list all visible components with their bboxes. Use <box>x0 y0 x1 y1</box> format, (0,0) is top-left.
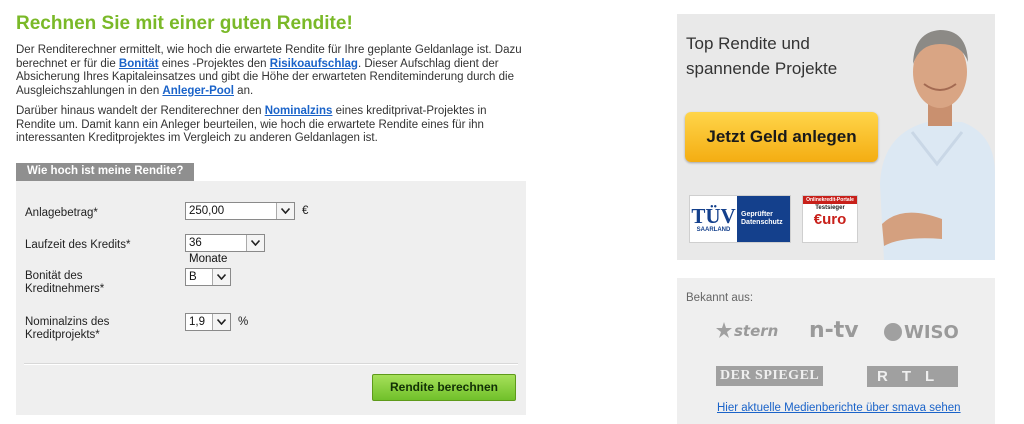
laufzeit-label: Laufzeit des Kredits* <box>25 238 131 251</box>
tuev-text-line: Datenschutz <box>741 219 783 226</box>
page-title: Rechnen Sie mit einer guten Rendite! <box>16 13 353 34</box>
nominalzins-link[interactable]: Nominalzins <box>265 105 333 117</box>
nominalzins-label: Nominalzins des Kreditprojekts* <box>25 315 110 341</box>
anlagebetrag-value: 250,00 <box>189 204 225 217</box>
euro-header: Onlinekredit-Portale <box>803 196 857 204</box>
main-content: Rechnen Sie mit einer guten Rendite! Der… <box>16 12 526 415</box>
bonitaet-value: B <box>189 270 197 283</box>
chevron-down-icon[interactable] <box>246 234 264 251</box>
ad-title-line: Top Rendite und <box>686 34 810 53</box>
intro-paragraph-2: Darüber hinaus wandelt der Renditerechne… <box>16 105 526 146</box>
anlagebetrag-select[interactable]: 250,00 <box>185 201 295 220</box>
laufzeit-select[interactable]: 36 Monate <box>185 233 265 265</box>
anlagebetrag-control: 250,00 € <box>185 201 309 220</box>
intro-text: an. <box>233 84 254 97</box>
ntv-logo: n-tv <box>809 318 859 343</box>
wiso-logo: WISO <box>884 322 959 343</box>
nominalzins-control: 1,9 % <box>185 312 249 331</box>
tuev-text: Geprüfter Datenschutz <box>737 196 790 242</box>
zdf-eye-icon <box>884 323 902 341</box>
intro-paragraph-1: Der Renditerechner ermittelt, wie hoch d… <box>16 44 526 98</box>
tuev-sub: SAARLAND <box>696 226 731 233</box>
ad-title-line: spannende Projekte <box>686 59 838 78</box>
stern-logo: stern <box>716 322 778 340</box>
jetzt-geld-anlegen-button[interactable]: Jetzt Geld anlegen <box>685 112 878 162</box>
anleger-pool-link[interactable]: Anleger-Pool <box>162 85 234 97</box>
calculator-tab: Wie hoch ist meine Rendite? <box>16 162 195 181</box>
nominalzins-select[interactable]: 1,9 <box>185 312 231 331</box>
bonitaet-label: Bonität des Kreditnehmers* <box>25 269 105 295</box>
press-box: Bekannt aus: stern n-tv WISO DER SPIEGEL… <box>677 278 995 424</box>
media-reports-link[interactable]: Hier aktuelle Medienberichte über smava … <box>717 402 961 414</box>
divider <box>24 362 518 365</box>
spiegel-logo: DER SPIEGEL <box>716 366 824 386</box>
star-icon <box>716 322 732 338</box>
person-photo <box>872 14 995 260</box>
chevron-down-icon[interactable] <box>276 202 294 219</box>
bonitaet-control: B <box>185 267 231 286</box>
tuev-text-line: Geprüfter <box>741 211 773 218</box>
euro-testsieger-seal: Onlinekredit-Portale Testsieger €uro <box>802 195 858 243</box>
ad-banner[interactable]: Top Rendite und spannende Projekte Jetzt … <box>677 14 995 260</box>
euro-logo: €uro <box>813 211 847 228</box>
chevron-down-icon[interactable] <box>212 268 230 285</box>
bonitaet-select[interactable]: B <box>185 267 231 286</box>
calculator-panel: Anlagebetrag* 250,00 € Laufzeit des Kred… <box>16 180 526 415</box>
intro-text: Darüber hinaus wandelt der Renditerechne… <box>16 105 265 117</box>
chevron-down-icon[interactable] <box>212 313 230 330</box>
intro-text: eines -Projektes den <box>158 57 270 70</box>
rtl-logo: RTL <box>867 366 959 387</box>
ad-title: Top Rendite und spannende Projekte <box>686 31 837 81</box>
laufzeit-value: 36 Monate <box>189 236 228 265</box>
rendite-berechnen-button[interactable]: Rendite berechnen <box>372 373 516 401</box>
press-title: Bekannt aus: <box>686 292 754 304</box>
laufzeit-control: 36 Monate <box>185 233 265 265</box>
tuev-logo: TÜV SAARLAND <box>690 196 737 242</box>
currency-unit: € <box>302 204 309 217</box>
wiso-logo-text: WISO <box>904 322 959 343</box>
risikoaufschlag-link[interactable]: Risikoaufschlag <box>270 58 358 70</box>
stern-logo-text: stern <box>734 322 779 340</box>
tuev-main: TÜV <box>691 203 736 228</box>
percent-unit: % <box>238 315 249 328</box>
nominalzins-value: 1,9 <box>189 315 205 328</box>
anlagebetrag-label: Anlagebetrag* <box>25 206 98 219</box>
bonitaet-link[interactable]: Bonität <box>119 58 159 70</box>
tuev-seal: TÜV SAARLAND Geprüfter Datenschutz <box>689 195 791 243</box>
